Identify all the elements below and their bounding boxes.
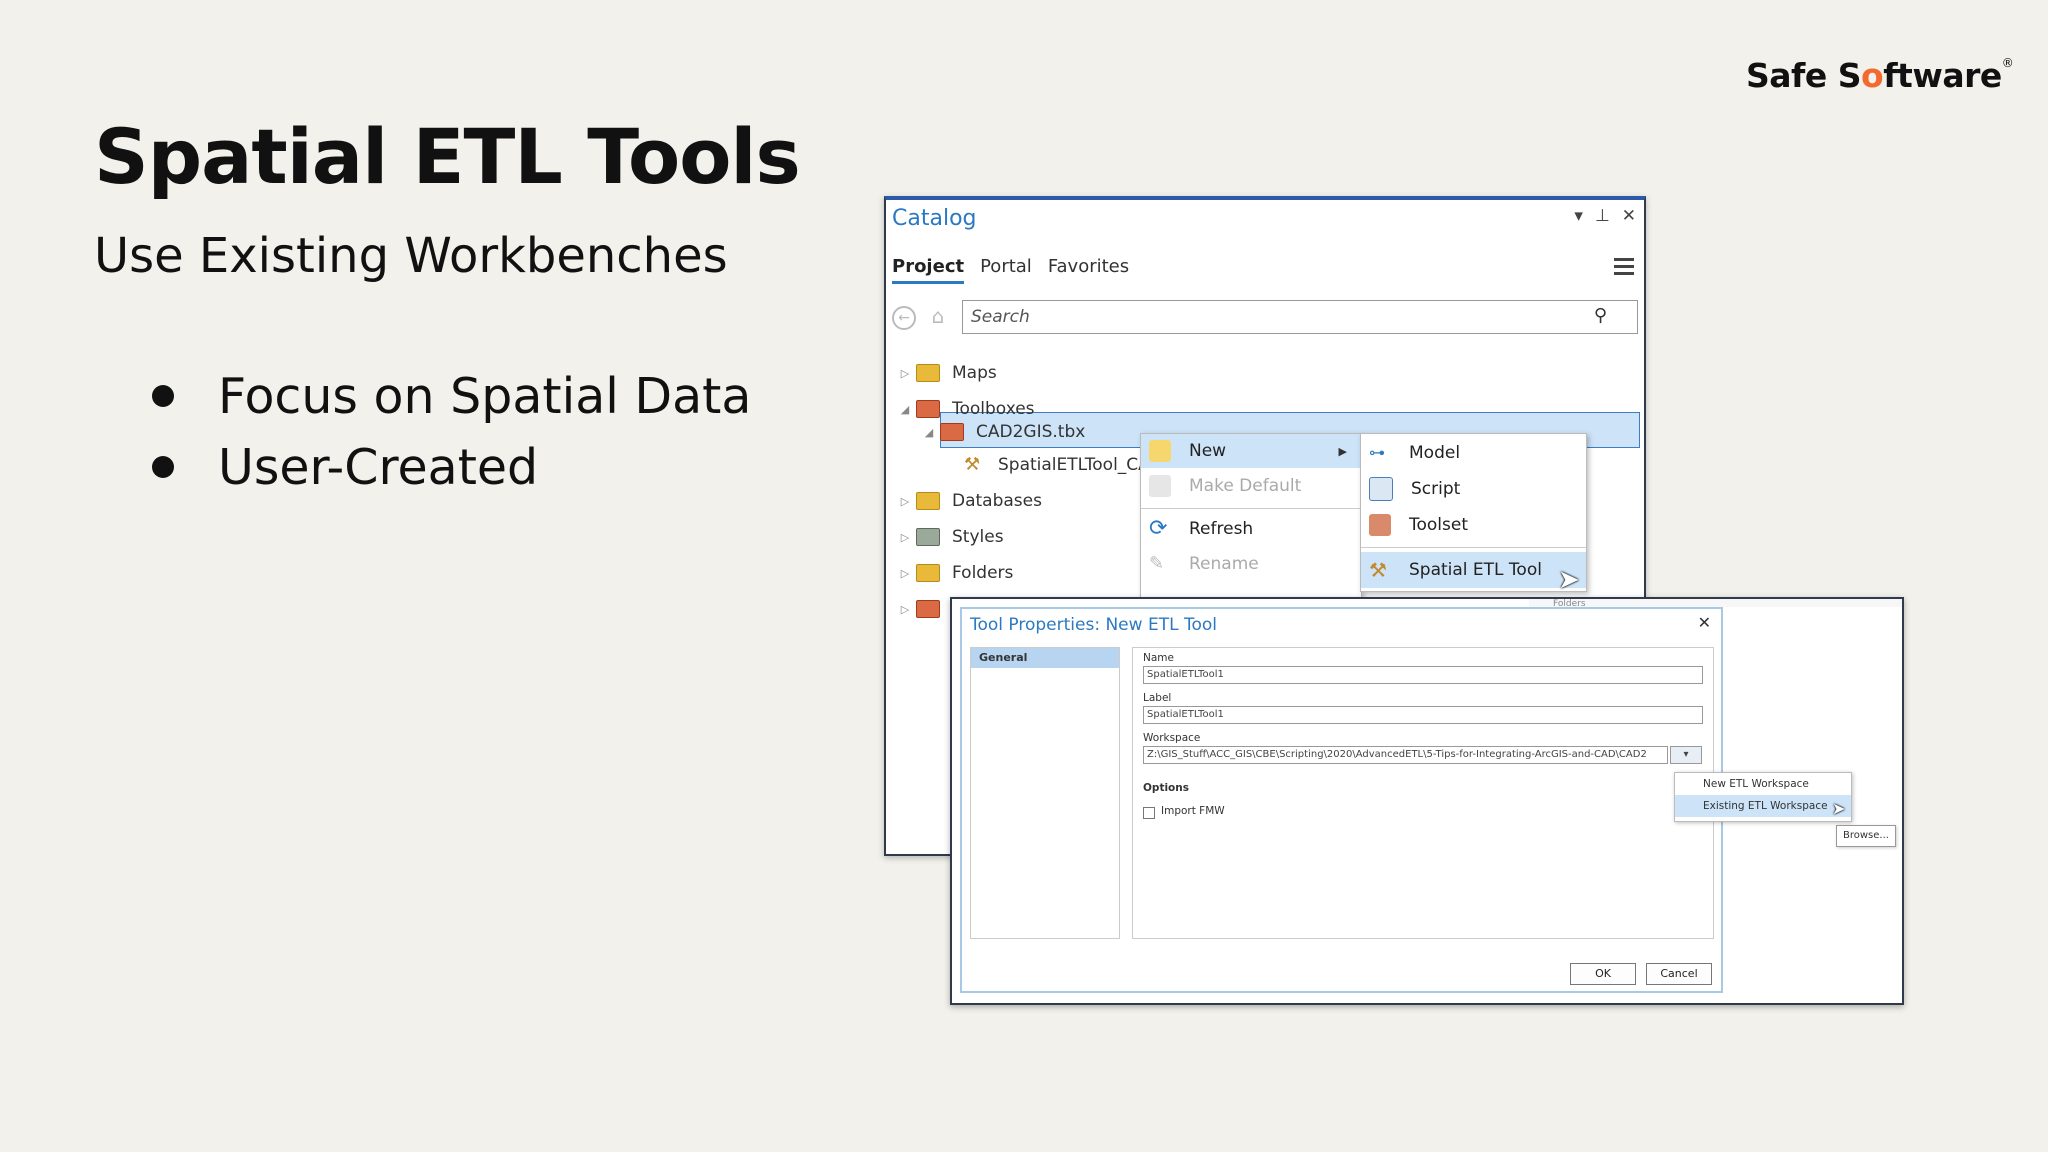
menu-item-refresh[interactable]: ⟳ Refresh — [1141, 512, 1361, 546]
refresh-icon: ⟳ — [1149, 516, 1168, 541]
browse-tooltip: Browse... — [1836, 825, 1896, 847]
menu-item-script[interactable]: Script — [1361, 472, 1586, 506]
context-menu: New ▶ Make Default ⟳ Refresh ✎ Rename — [1140, 433, 1362, 599]
etl-tool-icon: ⚒ — [964, 454, 981, 475]
search-icon[interactable]: ⚲ — [1594, 305, 1607, 326]
expand-arrow-icon[interactable]: ▷ — [894, 367, 916, 380]
tree-item-folders[interactable]: ▷ Folders — [894, 558, 1014, 588]
new-icon — [1149, 440, 1171, 462]
tree-item-cad2gis-tbx[interactable]: ◢ CAD2GIS.tbx — [918, 414, 1086, 450]
option-existing-etl-workspace[interactable]: Existing ETL Workspace — [1675, 795, 1851, 817]
nav-item-general[interactable]: General — [971, 648, 1119, 668]
workspace-field[interactable]: Z:\GIS_Stuff\ACC_GIS\CBE\Scripting\2020\… — [1143, 746, 1668, 764]
workspace-label: Workspace — [1143, 732, 1201, 744]
expand-arrow-icon[interactable]: ▷ — [894, 531, 916, 544]
home-icon — [1149, 475, 1171, 497]
pencil-icon: ✎ — [1149, 553, 1165, 574]
safe-software-logo: Safe Software® — [1746, 56, 2014, 95]
back-arrow-icon[interactable]: ← — [892, 306, 916, 330]
menu-item-toolset[interactable]: Toolset — [1361, 508, 1586, 542]
bullet-item: Focus on Spatial Data — [150, 368, 751, 439]
option-new-etl-workspace[interactable]: New ETL Workspace — [1675, 773, 1851, 795]
import-fmw-label: Import FMW — [1161, 805, 1225, 817]
menu-item-rename[interactable]: ✎ Rename — [1141, 547, 1361, 581]
dialog-form: Name SpatialETLTool1 Label SpatialETLToo… — [1132, 647, 1714, 939]
tree-item-partial[interactable]: ▷ — [894, 594, 952, 624]
new-submenu: ⊶ Model Script Toolset ⚒ Spatial ETL Too… — [1360, 433, 1587, 592]
hamburger-menu-icon[interactable] — [1614, 258, 1634, 279]
slide-subtitle: Use Existing Workbenches — [94, 228, 728, 284]
cancel-button[interactable]: Cancel — [1646, 963, 1712, 985]
menu-item-model[interactable]: ⊶ Model — [1361, 436, 1586, 470]
bullet-list: Focus on Spatial Data User-Created — [150, 368, 751, 510]
slide-title: Spatial ETL Tools — [94, 112, 801, 201]
expand-arrow-icon[interactable]: ▷ — [894, 495, 916, 508]
bullet-dot-icon — [152, 385, 174, 407]
menu-item-make-default[interactable]: Make Default — [1141, 469, 1361, 503]
pane-options-icon[interactable]: ▾ — [1574, 206, 1583, 226]
import-fmw-checkbox[interactable] — [1143, 807, 1155, 819]
folder-icon — [916, 564, 940, 582]
label-field[interactable]: SpatialETLTool1 — [1143, 706, 1703, 724]
background-folders-text: Folders — [1529, 599, 1902, 609]
workspace-dropdown: New ETL Workspace Existing ETL Workspace — [1674, 772, 1852, 822]
catalog-title: Catalog — [892, 206, 977, 231]
mouse-cursor-icon: ➤ — [1832, 799, 1846, 818]
menu-divider — [1141, 508, 1361, 509]
dialog-title: Tool Properties: New ETL Tool — [970, 615, 1217, 635]
tab-favorites[interactable]: Favorites — [1048, 256, 1129, 284]
catalog-tabs: Project Portal Favorites — [892, 256, 1129, 284]
database-folder-icon — [916, 492, 940, 510]
label-label: Label — [1143, 692, 1172, 704]
tab-project[interactable]: Project — [892, 256, 965, 284]
name-label: Name — [1143, 652, 1174, 664]
collapse-arrow-icon[interactable]: ◢ — [894, 403, 916, 416]
bullet-item: User-Created — [150, 439, 751, 510]
submenu-arrow-icon: ▶ — [1338, 444, 1347, 458]
folder-icon — [916, 364, 940, 382]
mouse-cursor-icon: ➤ — [1558, 564, 1580, 594]
tree-item-maps[interactable]: ▷ Maps — [894, 358, 997, 388]
styles-folder-icon — [916, 528, 940, 546]
ok-button[interactable]: OK — [1570, 963, 1636, 985]
dialog-screenshot-frame: Folders Tool Properties: New ETL Tool ✕ … — [950, 597, 1904, 1005]
collapse-arrow-icon[interactable]: ◢ — [918, 426, 940, 439]
toolbox-icon — [940, 423, 964, 441]
bullet-dot-icon — [152, 456, 174, 478]
menu-divider — [1361, 547, 1586, 548]
name-field[interactable]: SpatialETLTool1 — [1143, 666, 1703, 684]
tree-item-styles[interactable]: ▷ Styles — [894, 522, 1004, 552]
toolset-icon — [1369, 514, 1391, 536]
menu-item-new[interactable]: New ▶ — [1141, 434, 1361, 468]
menu-item-spatial-etl-tool[interactable]: ⚒ Spatial ETL Tool — [1361, 552, 1586, 588]
folder-icon — [916, 600, 940, 618]
expand-arrow-icon[interactable]: ▷ — [894, 603, 916, 616]
dialog-nav: General — [970, 647, 1120, 939]
home-icon[interactable]: ⌂ — [926, 306, 950, 330]
close-icon[interactable]: ✕ — [1622, 206, 1636, 226]
model-icon: ⊶ — [1369, 443, 1385, 462]
options-label: Options — [1143, 782, 1189, 794]
workspace-browse-button[interactable]: ▾ — [1670, 746, 1702, 764]
close-icon[interactable]: ✕ — [1698, 613, 1711, 632]
etl-tool-icon: ⚒ — [1369, 558, 1387, 582]
expand-arrow-icon[interactable]: ▷ — [894, 567, 916, 580]
pane-controls: ▾ ⊥ ✕ — [1574, 206, 1636, 226]
tree-item-spatial-etl-tool[interactable]: ⚒ SpatialETLTool_CA — [964, 450, 1150, 480]
tree-item-databases[interactable]: ▷ Databases — [894, 486, 1042, 516]
tab-portal[interactable]: Portal — [980, 256, 1032, 284]
pin-icon[interactable]: ⊥ — [1595, 206, 1610, 226]
script-icon — [1369, 477, 1393, 501]
search-input[interactable]: Search ⚲ — [962, 300, 1638, 334]
tool-properties-dialog: Tool Properties: New ETL Tool ✕ General … — [960, 607, 1723, 993]
